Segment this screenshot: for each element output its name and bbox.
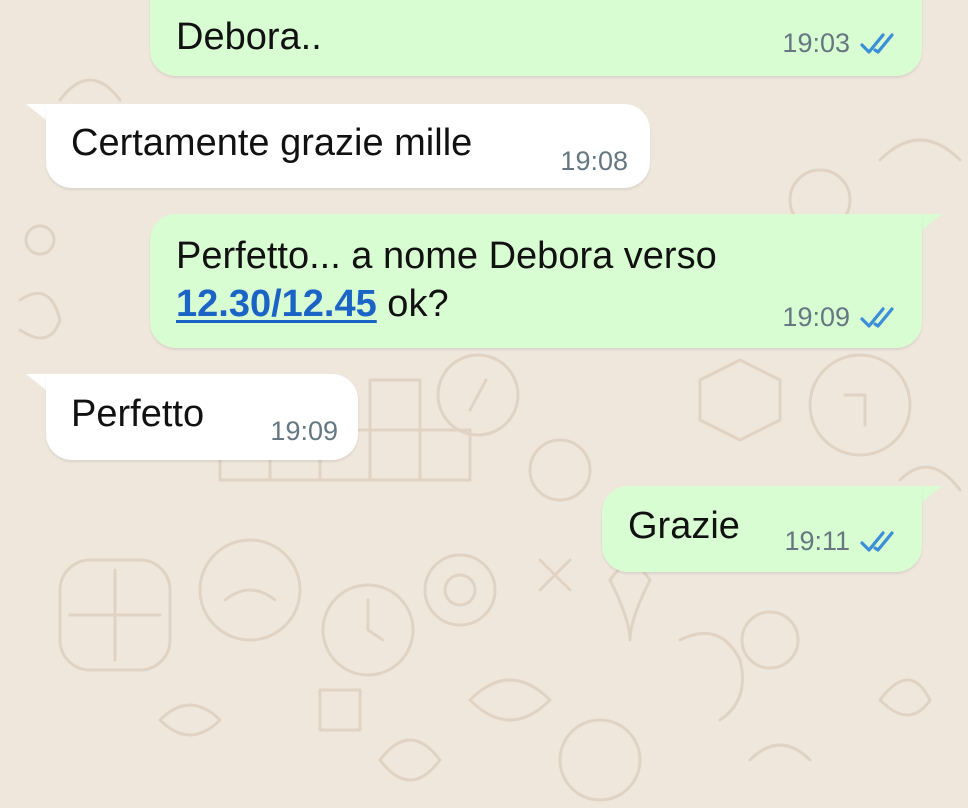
message-text: Certamente grazie mille — [71, 122, 473, 164]
message-meta: 19:09 — [270, 416, 338, 447]
message-text-suffix: ok? — [376, 283, 449, 325]
double-check-icon — [860, 32, 900, 55]
message-timestamp: 19:09 — [270, 416, 338, 446]
message-meta: 19:03 — [782, 28, 900, 59]
message-meta: 19:08 — [560, 146, 628, 177]
double-check-icon — [860, 306, 900, 329]
message-bubble-incoming[interactable]: Perfetto 19:09 — [46, 374, 358, 460]
message-bubble-outgoing[interactable]: Grazie 19:11 — [602, 486, 922, 572]
message-timestamp: 19:08 — [560, 146, 628, 176]
message-text: Perfetto — [71, 393, 205, 435]
message-timestamp: 19:03 — [782, 28, 850, 58]
message-text: Perfetto... a nome Debora verso — [176, 235, 717, 277]
message-text: Grazie — [628, 505, 740, 547]
double-check-icon — [860, 530, 900, 553]
message-text-line2: 12.30/12.45 ok? — [176, 279, 449, 329]
message-meta: 19:11 — [784, 526, 900, 557]
message-bubble-outgoing[interactable]: Debora.. 19:03 — [150, 0, 922, 76]
time-link[interactable]: 12.30/12.45 — [176, 283, 377, 325]
message-timestamp: 19:09 — [782, 302, 850, 332]
message-bubble-outgoing[interactable]: Perfetto... a nome Debora verso 12.30/12… — [150, 214, 922, 348]
message-bubble-incoming[interactable]: Certamente grazie mille 19:08 — [46, 104, 650, 188]
message-meta: 19:09 — [782, 302, 900, 333]
message-timestamp: 19:11 — [784, 526, 850, 556]
message-text: Debora.. — [176, 16, 322, 58]
